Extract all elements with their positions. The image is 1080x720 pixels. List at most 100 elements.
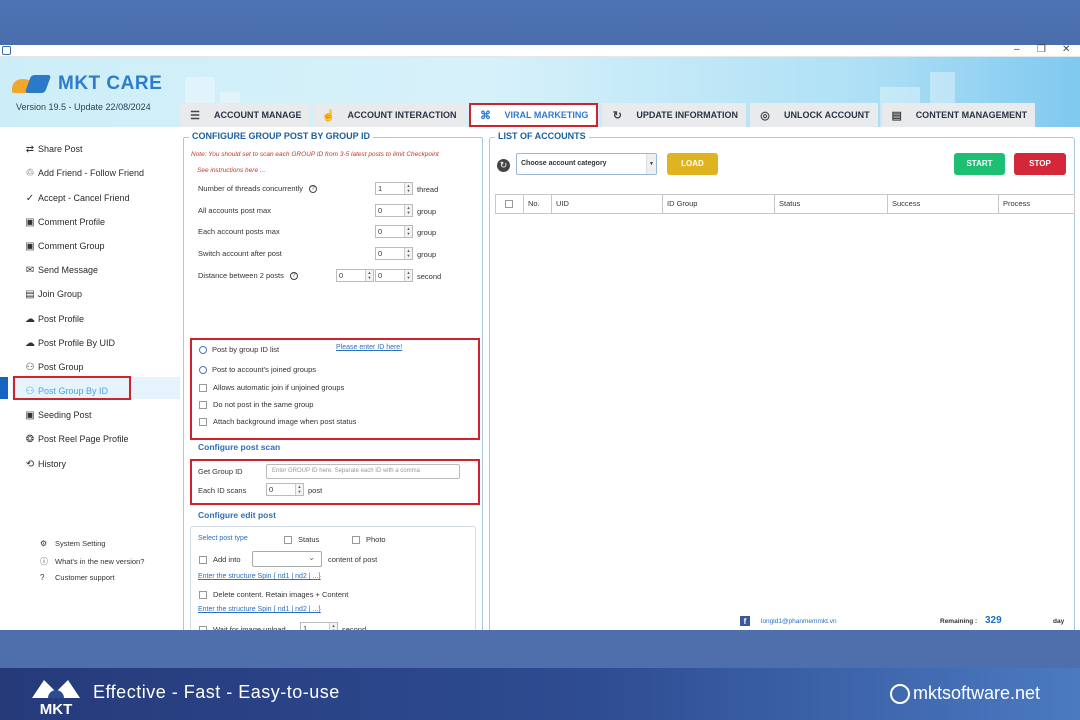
sidebar-item-join-group[interactable]: ▤ Join Group	[24, 285, 82, 303]
sidebar-item-send-message[interactable]: ✉ Send Message	[24, 261, 98, 279]
sidebar-item-comment-group[interactable]: ▣ Comment Group	[24, 237, 105, 255]
column-no[interactable]: No.	[524, 195, 552, 213]
tab-unlock-account[interactable]: ◎ UNLOCK ACCOUNT	[750, 103, 878, 127]
account-category-select[interactable]: Choose account category ▼	[516, 153, 657, 175]
distance-from-spinner[interactable]: 0 ▲ ▼	[336, 269, 374, 282]
select-post-type-label: Select post type	[198, 535, 248, 542]
delete-content-checkbox[interactable]: Delete content. Retain images + Content	[199, 590, 348, 599]
configure-panel: CONFIGURE GROUP POST BY GROUP ID Note: Y…	[183, 131, 483, 659]
system-setting-link[interactable]: ⚙ System Setting	[40, 539, 105, 548]
add-into-dropdown[interactable]: ⌄	[252, 551, 322, 567]
sidebar-item-label: Seeding Post	[38, 410, 92, 420]
start-button[interactable]: START	[954, 153, 1005, 175]
help-icon[interactable]: ?	[289, 271, 298, 280]
cloud-upload-icon: ☁	[25, 313, 35, 325]
facebook-icon: f	[740, 616, 750, 626]
history-icon: ⟲	[25, 458, 35, 470]
each-id-scans-spinner[interactable]: 0 ▲ ▼	[266, 483, 304, 496]
spinner-arrows-icon[interactable]: ▲▼	[404, 226, 412, 237]
all-accounts-post-max-spinner[interactable]: 0 ▲ ▼	[375, 204, 413, 217]
spinner-arrows-icon[interactable]: ▲▼	[404, 270, 412, 281]
footer-website: mktsoftware.net	[890, 683, 1040, 704]
column-uid[interactable]: UID	[552, 195, 663, 213]
tab-content-management[interactable]: ▤ CONTENT MANAGEMENT	[881, 103, 1036, 127]
attach-background-checkbox[interactable]: Attach background image when post status	[199, 417, 356, 426]
app-header: MKT CARE Version 19.5 - Update 22/08/202…	[0, 57, 1080, 127]
spinner-arrows-icon[interactable]: ▲▼	[404, 205, 412, 216]
refresh-icon[interactable]: ↻	[497, 159, 510, 172]
spinner-arrows-icon[interactable]: ▲▼	[365, 270, 373, 281]
enter-id-link[interactable]: Please enter ID here!	[336, 344, 402, 351]
gear-icon: ⚙	[40, 539, 48, 548]
select-all-checkbox[interactable]	[496, 195, 524, 213]
column-process[interactable]: Process	[999, 195, 1074, 213]
switch-account-spinner[interactable]: 0 ▲ ▼	[375, 247, 413, 260]
dropdown-arrow-icon: ▼	[646, 154, 656, 174]
spin-structure-link-2[interactable]: Enter the structure Spin { nd1 | nd2 | .…	[198, 606, 321, 613]
chevron-down-icon: ⌄	[308, 553, 315, 562]
auto-join-checkbox[interactable]: Allows automatic join if unjoined groups	[199, 383, 344, 392]
help-icon[interactable]: ?	[309, 184, 318, 193]
app-window: – ❐ ✕ MKT CARE Version 19.5 - Update 22/…	[0, 44, 1080, 659]
tab-account-manage[interactable]: ☰ ACCOUNT MANAGE	[180, 103, 310, 127]
sidebar-item-comment-profile[interactable]: ▣ Comment Profile	[24, 213, 105, 231]
restore-button[interactable]: ❐	[1037, 44, 1046, 55]
spin-structure-link-1[interactable]: Enter the structure Spin { nd1 | nd2 | .…	[198, 573, 321, 580]
tab-label: UNLOCK ACCOUNT	[784, 110, 870, 120]
group-id-input[interactable]: Enter GROUP ID here. Separate each ID wi…	[266, 464, 460, 479]
all-accounts-post-max-unit: group	[417, 207, 437, 216]
sidebar-item-seeding-post[interactable]: ▣ Seeding Post	[24, 406, 92, 424]
sidebar-item-accept-cancel-friend[interactable]: ✓ Accept - Cancel Friend	[24, 189, 130, 207]
question-icon: ?	[40, 573, 45, 582]
sidebar-item-post-reel-page-profile[interactable]: ❂ Post Reel Page Profile	[24, 430, 129, 448]
sidebar-item-label: Join Group	[38, 289, 83, 299]
all-accounts-post-max-label: All accounts post max	[198, 206, 271, 215]
app-logo: MKT CARE	[12, 73, 162, 95]
column-success[interactable]: Success	[888, 195, 999, 213]
spinner-arrows-icon[interactable]: ▲▼	[404, 248, 412, 259]
sidebar-item-post-profile-by-uid[interactable]: ☁ Post Profile By UID	[24, 334, 115, 352]
remaining-unit: day	[1053, 618, 1065, 625]
instructions-link[interactable]: See instructions here ...	[197, 167, 265, 174]
tab-account-interaction[interactable]: ☝ ACCOUNT INTERACTION	[313, 103, 465, 127]
customer-support-link[interactable]: ? Customer support	[40, 573, 115, 582]
type-photo-checkbox[interactable]: Photo	[352, 535, 386, 544]
spinner-arrows-icon[interactable]: ▲▼	[295, 484, 303, 495]
column-id-group[interactable]: ID Group	[663, 195, 775, 213]
sidebar-item-add-friend-follow-friend[interactable]: ♲ Add Friend - Follow Friend	[24, 164, 145, 182]
post-by-group-id-list-radio[interactable]: Post by group ID list	[199, 345, 279, 354]
post-to-joined-groups-radio[interactable]: Post to account's joined groups	[199, 365, 316, 374]
threads-label: Number of threads concurrently?	[198, 184, 318, 193]
type-status-checkbox[interactable]: Status	[284, 535, 319, 544]
whats-new-link[interactable]: ⓘ What's in the new version?	[40, 556, 144, 567]
column-status[interactable]: Status	[775, 195, 888, 213]
account-email: longld1@phanmemmkt.vn	[761, 618, 837, 625]
sidebar-item-label: Send Message	[38, 265, 99, 275]
stop-button[interactable]: STOP	[1014, 153, 1066, 175]
sidebar-item-post-group[interactable]: ⚇ Post Group	[24, 358, 84, 376]
not-same-group-checkbox[interactable]: Do not post in the same group	[199, 400, 313, 409]
share-arrows-icon: ⇄	[25, 143, 35, 155]
tab-viral-marketing[interactable]: ⌘ VIRAL MARKETING	[468, 103, 599, 127]
accounts-table-header: No. UID ID Group Status Success Process	[495, 194, 1075, 214]
tab-label: VIRAL MARKETING	[504, 110, 589, 120]
group-post-icon: ⚇	[25, 385, 35, 397]
bottom-background-band	[0, 630, 1080, 668]
link-label: What's in the new version?	[55, 557, 145, 566]
option-label: Photo	[366, 535, 386, 544]
minimize-button[interactable]: –	[1014, 44, 1020, 55]
threads-spinner[interactable]: 1 ▲ ▼	[375, 182, 413, 195]
close-button[interactable]: ✕	[1062, 44, 1070, 55]
sidebar-item-post-profile[interactable]: ☁ Post Profile	[24, 310, 84, 328]
sidebar-item-post-group-by-id[interactable]: ⚇ Post Group By ID	[24, 382, 109, 400]
spinner-arrows-icon[interactable]: ▲▼	[404, 183, 412, 194]
sidebar-item-history[interactable]: ⟲ History	[24, 455, 66, 473]
tab-update-information[interactable]: ↻ UPDATE INFORMATION	[602, 103, 747, 127]
add-into-checkbox[interactable]: Add into	[199, 555, 241, 564]
load-button[interactable]: LOAD	[667, 153, 718, 175]
each-account-posts-max-spinner[interactable]: 0 ▲ ▼	[375, 225, 413, 238]
promo-footer: MKT Effective - Fast - Easy-to-use mktso…	[0, 668, 1080, 720]
sidebar-item-share-post[interactable]: ⇄ Share Post	[24, 140, 83, 158]
distance-to-spinner[interactable]: 0 ▲ ▼	[375, 269, 413, 282]
sidebar-item-label: Comment Group	[38, 241, 105, 251]
